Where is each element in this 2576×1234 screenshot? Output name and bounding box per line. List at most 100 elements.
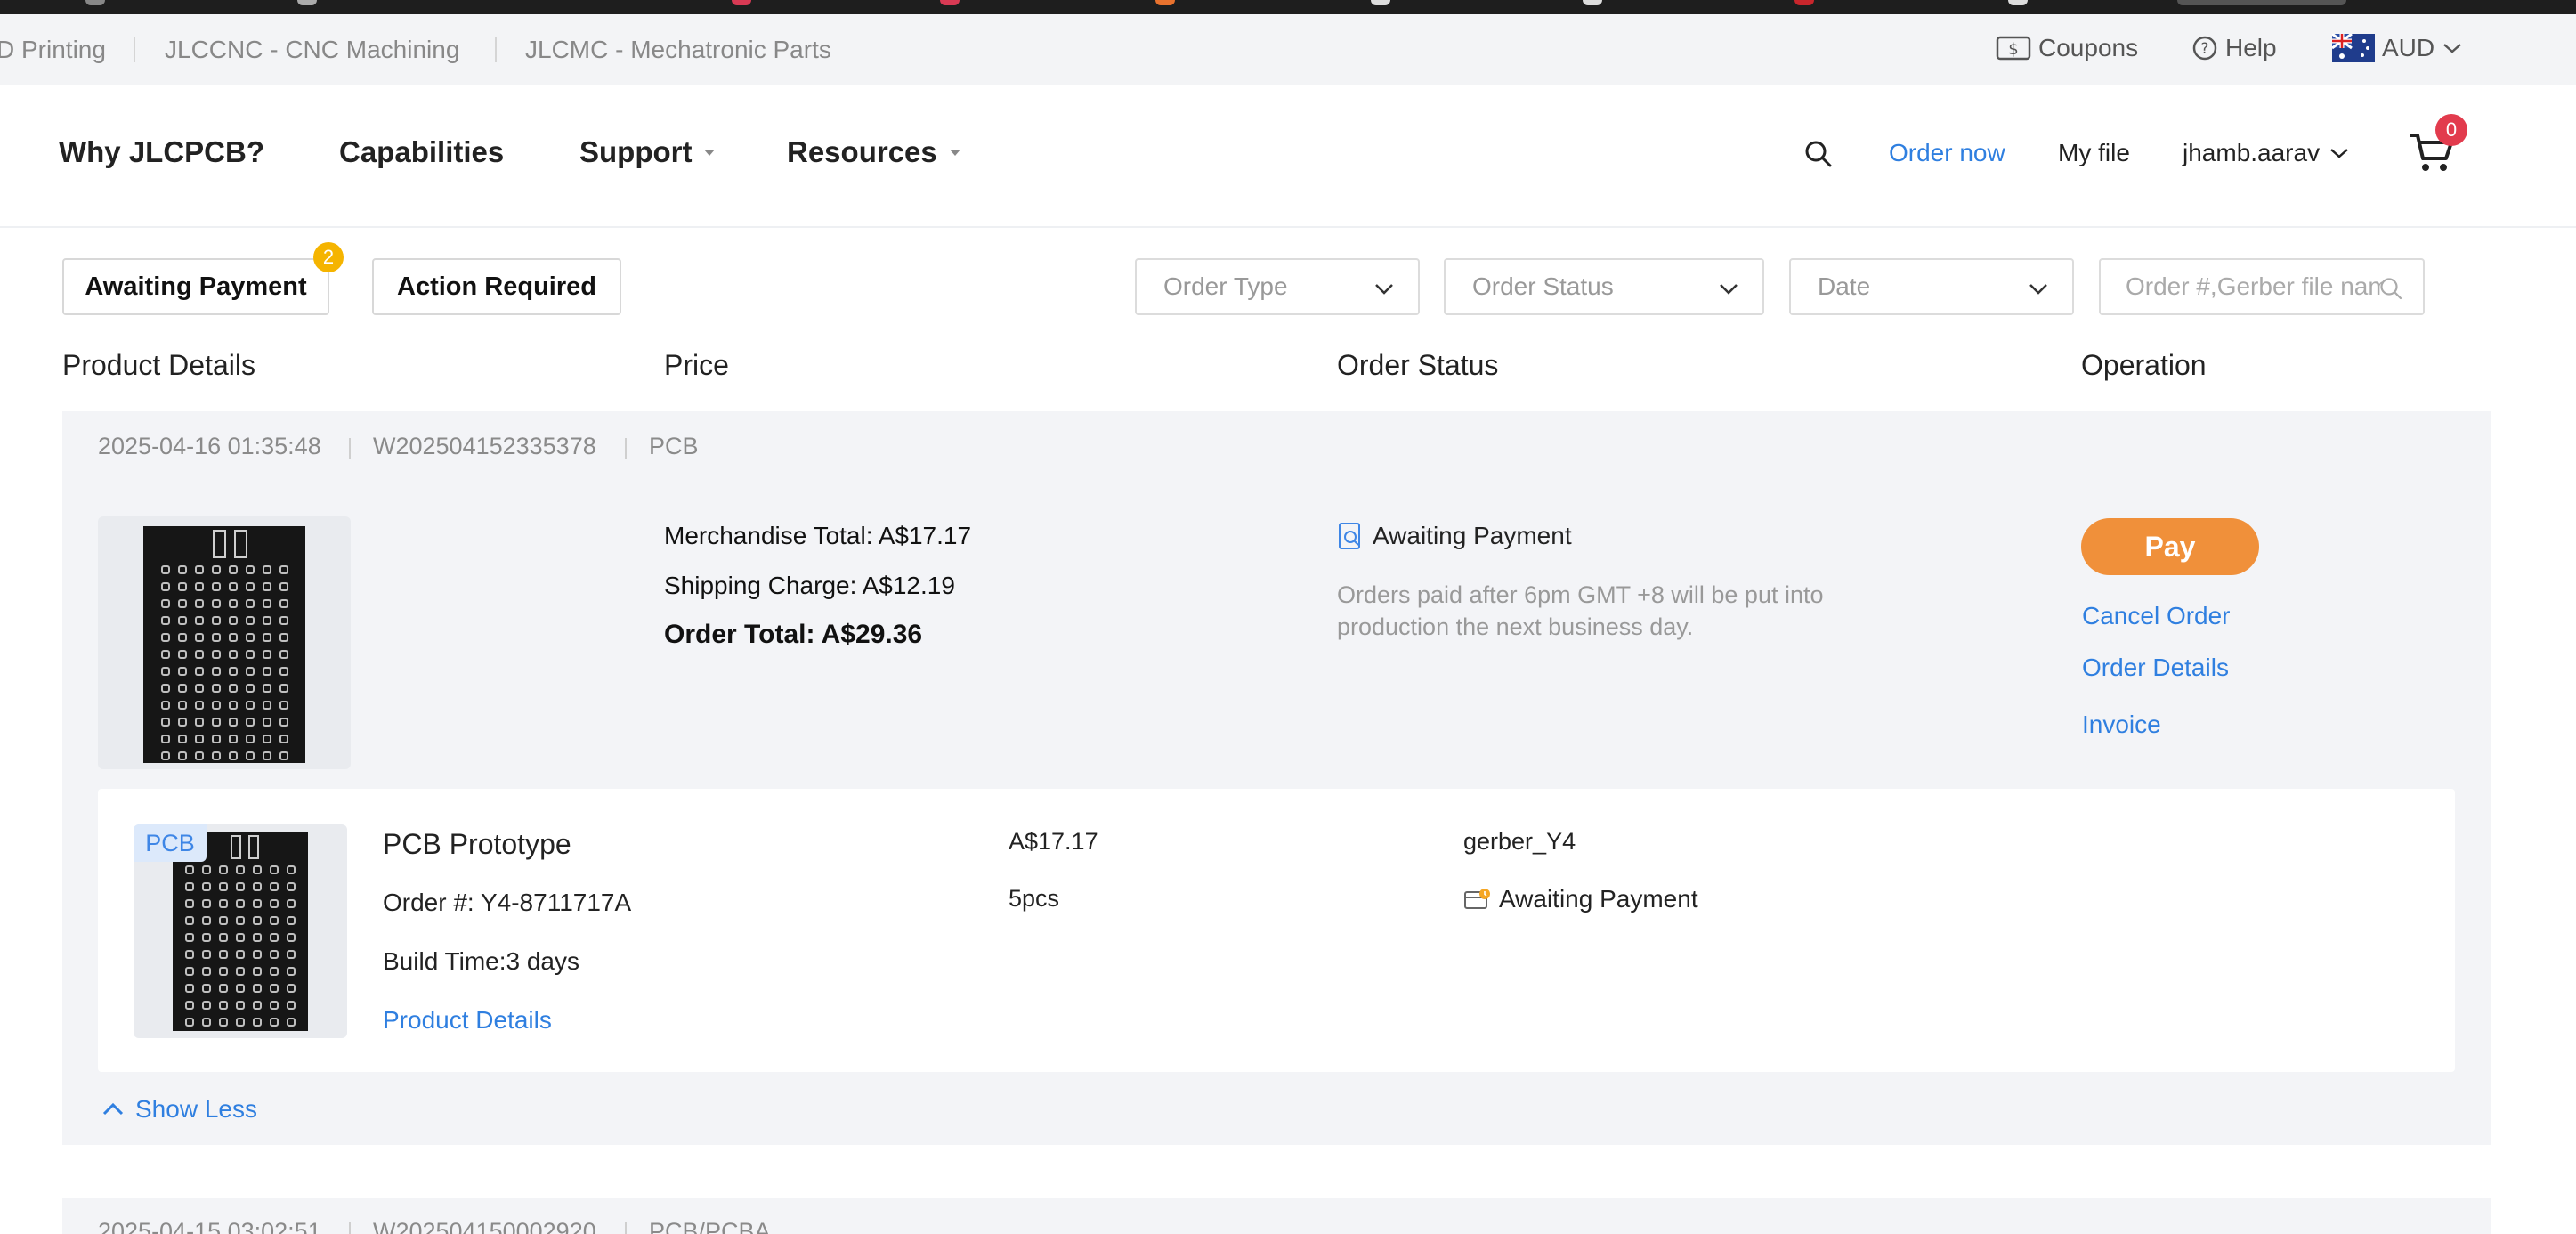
pcb-component-outline: [213, 530, 226, 558]
help-link[interactable]: ? Help: [2191, 34, 2277, 62]
divider: [349, 1222, 351, 1234]
pcb-pad: [253, 984, 262, 993]
tab-favicon[interactable]: [732, 0, 751, 5]
pcb-pad: [185, 899, 194, 908]
pcb-pad: [161, 684, 170, 693]
pcb-pad: [246, 650, 255, 659]
pcb-pad: [212, 582, 221, 591]
item-gerber-file: gerber_Y4: [1463, 828, 1576, 855]
pcb-pad: [236, 933, 245, 942]
nav-resources[interactable]: Resources: [787, 135, 960, 169]
order-details-link[interactable]: Order Details: [2082, 654, 2229, 682]
pcb-pad: [195, 684, 204, 693]
pcb-pad: [246, 684, 255, 693]
order-now-link[interactable]: Order now: [1889, 139, 2005, 167]
pcb-pad: [195, 633, 204, 642]
pcb-pad: [253, 865, 262, 874]
pcb-pad: [229, 718, 238, 727]
pcb-pad: [287, 933, 296, 942]
order-type-label: Order Type: [1163, 272, 1288, 300]
show-less-toggle[interactable]: Show Less: [101, 1095, 257, 1124]
pcb-pad: [236, 984, 245, 993]
user-menu[interactable]: jhamb.aarav: [2183, 139, 2350, 167]
pcb-pad: [270, 899, 279, 908]
item-title: PCB Prototype: [383, 828, 571, 860]
date-select[interactable]: Date: [1789, 258, 2074, 315]
search-icon[interactable]: [1803, 139, 1834, 169]
pay-button[interactable]: Pay: [2081, 518, 2259, 575]
next-order-datetime: 2025-04-15 03:02:51: [98, 1218, 321, 1234]
pcb-pad: [161, 751, 170, 760]
order-status-select[interactable]: Order Status: [1444, 258, 1764, 315]
pcb-pad: [161, 582, 170, 591]
pcb-pad: [236, 865, 245, 874]
divider: [625, 438, 627, 459]
column-header-operation: Operation: [2081, 349, 2207, 381]
invoice-link[interactable]: Invoice: [2082, 710, 2161, 739]
top-link-3d-printing[interactable]: D Printing: [0, 36, 106, 64]
pcb-pad: [246, 599, 255, 608]
pcb-pad: [253, 899, 262, 908]
tab-favicon[interactable]: [85, 0, 105, 5]
tab-favicon[interactable]: [2008, 0, 2028, 5]
pcb-pad: [178, 599, 187, 608]
pcb-pad: [246, 582, 255, 591]
pcb-pad: [178, 718, 187, 727]
pcb-pad: [270, 1001, 279, 1010]
chevron-down-icon: [1720, 284, 1738, 295]
top-link-jlcmc[interactable]: JLCMC - Mechatronic Parts: [525, 36, 831, 64]
top-link-jlccnc[interactable]: JLCCNC - CNC Machining: [165, 36, 459, 64]
pcb-pad: [195, 565, 204, 574]
pcb-pad: [195, 650, 204, 659]
tab-favicon[interactable]: [1371, 0, 1390, 5]
pcb-pad: [246, 718, 255, 727]
order-search: [2099, 258, 2425, 315]
tab-favicon[interactable]: [297, 0, 317, 5]
filter-action-required[interactable]: Action Required: [372, 258, 621, 315]
coupon-icon: $: [1996, 36, 2031, 61]
awaiting-payment-icon: [1339, 523, 1360, 549]
pcb-pad: [263, 667, 271, 676]
pcb-pad: [236, 1001, 245, 1010]
my-file-link[interactable]: My file: [2058, 139, 2130, 167]
filter-awaiting-payment[interactable]: Awaiting Payment: [62, 258, 329, 315]
pcb-pad: [229, 582, 238, 591]
pcb-pad: [161, 718, 170, 727]
pcb-pad: [279, 616, 288, 625]
tab-favicon[interactable]: [1155, 0, 1175, 5]
pcb-pad: [246, 633, 255, 642]
pcb-pad: [185, 933, 194, 942]
currency-selector[interactable]: AUD: [2332, 34, 2463, 62]
tab-favicon[interactable]: [1583, 0, 1602, 5]
pcb-pad: [263, 751, 271, 760]
nav-support[interactable]: Support: [579, 135, 716, 169]
caret-down-icon: [949, 149, 960, 156]
chevron-down-icon: [2443, 44, 2461, 53]
pcb-pad: [246, 751, 255, 760]
order-type-select[interactable]: Order Type: [1135, 258, 1420, 315]
pcb-pad: [219, 865, 228, 874]
tab-favicon[interactable]: [940, 0, 960, 5]
nav-capabilities[interactable]: Capabilities: [339, 135, 504, 169]
pcb-pad: [212, 684, 221, 693]
coupons-link[interactable]: $ Coupons: [1996, 34, 2138, 62]
cancel-order-link[interactable]: Cancel Order: [2082, 602, 2231, 630]
pcb-pad: [178, 701, 187, 710]
pcb-pad: [270, 933, 279, 942]
order-search-input[interactable]: [2126, 260, 2384, 313]
pcb-pad: [229, 735, 238, 743]
pcb-pad: [178, 667, 187, 676]
nav-why-jlcpcb[interactable]: Why JLCPCB?: [59, 135, 264, 169]
pcb-pad: [279, 565, 288, 574]
item-status-text: Awaiting Payment: [1499, 885, 1698, 913]
pcb-pad: [178, 751, 187, 760]
tab-favicon[interactable]: [1794, 0, 1814, 5]
pcb-pad: [229, 565, 238, 574]
pcb-pad: [219, 899, 228, 908]
active-tab[interactable]: [2177, 0, 2346, 5]
product-details-link[interactable]: Product Details: [383, 1006, 552, 1035]
pcb-pad: [253, 1018, 262, 1027]
search-icon[interactable]: [2378, 276, 2403, 301]
pcb-board-image: [143, 526, 305, 763]
pcb-pad: [279, 751, 288, 760]
